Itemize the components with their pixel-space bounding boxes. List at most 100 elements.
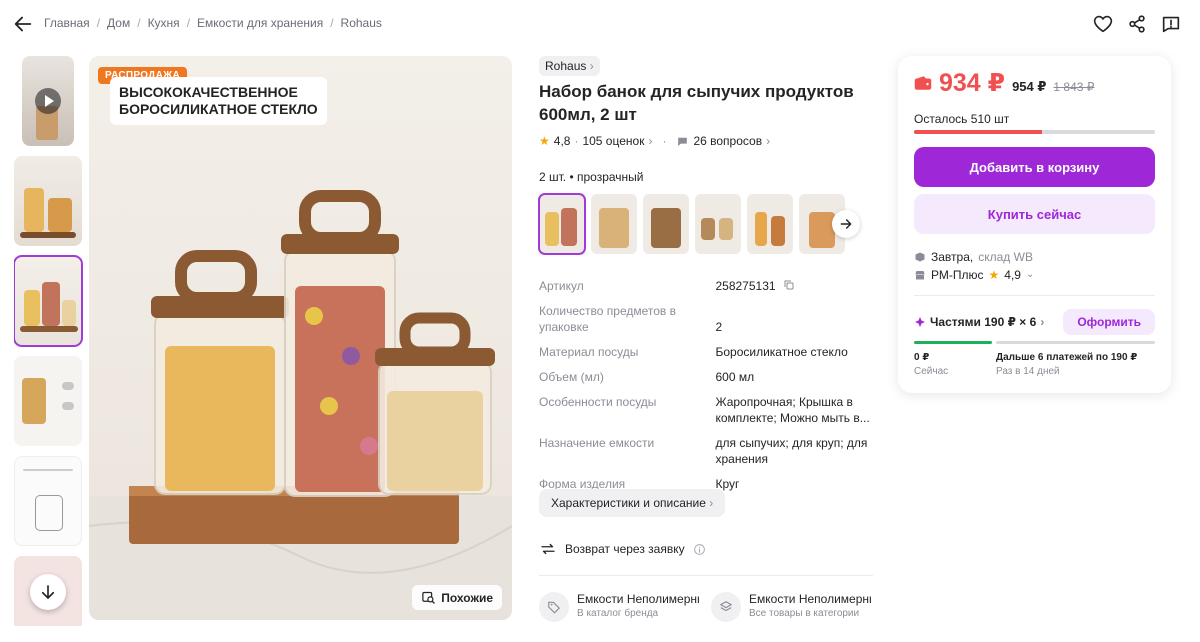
divider xyxy=(539,575,873,576)
delivery-date: Завтра, xyxy=(931,250,974,264)
back-arrow-icon[interactable] xyxy=(12,13,34,35)
installment-bar-now xyxy=(914,341,992,344)
variant-option[interactable] xyxy=(695,194,741,254)
thumbnail-image[interactable] xyxy=(14,156,82,246)
image-headline-line: БОРОСИЛИКАТНОЕ СТЕКЛО xyxy=(119,101,318,117)
variant-option[interactable] xyxy=(643,194,689,254)
thumbnail-video[interactable] xyxy=(22,56,74,146)
wallet-icon xyxy=(914,76,932,90)
installments-text: Частями 190 ₽ × 6 xyxy=(930,315,1037,329)
layers-icon xyxy=(711,592,741,622)
chevron-right-icon: › xyxy=(648,134,653,148)
category-all-link[interactable]: Емкости Неполимерные Все товары в категор… xyxy=(711,592,873,622)
breadcrumb-home-goods[interactable]: Дом xyxy=(107,16,130,30)
breadcrumb-brand[interactable]: Rohaus xyxy=(341,16,382,30)
installments-schedule: 0 ₽ Сейчас Дальше 6 платежей по 190 ₽ Раз … xyxy=(914,351,1155,379)
spec-key: Артикул xyxy=(539,279,584,293)
share-icon[interactable] xyxy=(1126,13,1148,35)
brand-link[interactable]: Rohaus › xyxy=(539,56,600,76)
breadcrumb-kitchen[interactable]: Кухня xyxy=(148,16,180,30)
spec-row: Количество предметов в упаковке 2 xyxy=(539,303,875,335)
spec-key: Материал посуды xyxy=(539,345,639,359)
later-label: Раз в 14 дней xyxy=(996,366,1060,377)
reviews-link[interactable]: 105 оценок xyxy=(582,134,644,148)
price-old: 1 843 ₽ xyxy=(1053,80,1095,94)
chevron-right-icon: › xyxy=(705,496,714,510)
breadcrumb: Главная / Дом / Кухня / Емкости для хран… xyxy=(44,16,382,30)
spec-value: Жаропрочная; Крышка в комплекте; Можно м… xyxy=(715,395,870,425)
divider xyxy=(914,295,1155,296)
info-icon[interactable] xyxy=(693,543,706,556)
sku-value: 258275131 xyxy=(715,279,776,293)
spec-value: Круг xyxy=(715,477,740,491)
brand-name: Rohaus xyxy=(545,59,587,73)
heart-icon[interactable] xyxy=(1092,13,1114,35)
spec-key: Назначение емкости xyxy=(539,436,655,450)
breadcrumb-storage[interactable]: Емкости для хранения xyxy=(197,16,323,30)
spec-value: Боросиликатное стекло xyxy=(715,345,848,359)
thumbnail-list xyxy=(14,56,84,626)
variant-option-selected[interactable] xyxy=(538,193,586,255)
breadcrumb-separator: / xyxy=(137,16,141,30)
spec-list: Артикул 258275131 Количество предметов в… xyxy=(539,278,875,501)
image-headline: ВЫСОКОКАЧЕСТВЕННОЕ БОРОСИЛИКАТНОЕ СТЕКЛО xyxy=(110,77,327,125)
spec-key: Объем (мл) xyxy=(539,370,604,384)
buy-now-button[interactable]: Купить сейчас xyxy=(914,194,1155,234)
variant-option[interactable] xyxy=(747,194,793,254)
play-icon[interactable] xyxy=(35,88,61,114)
brand-catalog-link[interactable]: Емкости Неполимерные В каталог бренда xyxy=(539,592,701,622)
order-installments-button[interactable]: Оформить xyxy=(1063,309,1155,335)
report-icon[interactable] xyxy=(1160,13,1182,35)
installments-row: Частями 190 ₽ × 6 › Оформить xyxy=(914,309,1155,335)
spec-value: 258275131 xyxy=(715,278,875,294)
seller-rating: 4,9 xyxy=(1004,268,1021,282)
breadcrumb-home[interactable]: Главная xyxy=(44,16,90,30)
category-link-title: Емкости Неполимерные xyxy=(577,592,699,606)
spec-row: Назначение емкости для сыпучих; для круп;… xyxy=(539,435,875,467)
top-actions xyxy=(1092,13,1182,35)
product-jars-illustration xyxy=(89,190,512,620)
separator-dot: · xyxy=(662,134,667,148)
stock-progress xyxy=(914,130,1155,134)
thumbnail-image[interactable] xyxy=(14,356,82,446)
stock-progress-fill xyxy=(914,130,1042,134)
buy-card: 934 ₽ 954 ₽ 1 843 ₽ Осталось 510 шт Доба… xyxy=(898,56,1171,393)
thumbnail-image-selected[interactable] xyxy=(14,255,83,347)
return-policy: Возврат через заявку xyxy=(539,540,706,558)
chevron-right-icon: › xyxy=(586,59,594,73)
installment-bar-later xyxy=(996,341,1155,344)
product-title: Набор банок для сыпучих продуктов 600мл,… xyxy=(539,82,854,124)
rating-row: ★ 4,8 · 105 оценок › · 26 вопросов › xyxy=(539,134,770,148)
similar-button[interactable]: Похожие xyxy=(412,585,502,610)
scroll-down-button[interactable] xyxy=(30,574,66,610)
delivery-line: Завтра, склад WB xyxy=(914,248,1034,266)
shop-icon xyxy=(915,271,925,280)
variant-list xyxy=(538,193,845,255)
spec-key: Особенности посуды xyxy=(539,395,657,409)
add-to-cart-button[interactable]: Добавить в корзину xyxy=(914,147,1155,187)
similar-label: Похожие xyxy=(441,590,493,605)
spec-row: Объем (мл) 600 мл xyxy=(539,369,875,385)
spec-value: 600 мл xyxy=(715,370,755,384)
copy-icon[interactable] xyxy=(783,279,795,291)
installments-label[interactable]: Частями 190 ₽ × 6 › xyxy=(914,315,1044,329)
variant-option[interactable] xyxy=(591,194,637,254)
category-link-subtitle: В каталог бренда xyxy=(577,608,659,619)
category-link-title: Емкости Неполимерные xyxy=(749,592,871,606)
separator-dot: · xyxy=(574,134,579,148)
main-product-image[interactable]: РАСПРОДАЖА ВЫСОКОКАЧЕСТВЕННОЕ БОРОСИЛИКА… xyxy=(89,56,512,620)
return-text: Возврат через заявку xyxy=(565,542,685,556)
spec-row: Материал посуды Боросиликатное стекло xyxy=(539,344,875,360)
spec-row: Особенности посуды Жаропрочная; Крышка в … xyxy=(539,394,875,426)
star-icon: ★ xyxy=(539,134,550,148)
chevron-down-icon: ⌄ xyxy=(1025,269,1035,280)
characteristics-button[interactable]: Характеристики и описание › xyxy=(539,489,726,517)
questions-link[interactable]: 26 вопросов xyxy=(693,134,762,148)
spec-key: Количество предметов в упаковке xyxy=(539,304,677,334)
thumbnail-image[interactable] xyxy=(14,456,82,546)
price-current: 934 ₽ xyxy=(939,69,1006,97)
characteristics-label: Характеристики и описание xyxy=(551,496,706,510)
stock-text: Осталось 510 шт xyxy=(914,112,1010,126)
seller-line[interactable]: РМ-Плюс ★ 4,9 ⌄ xyxy=(914,266,1034,284)
variants-next-button[interactable] xyxy=(832,210,860,238)
